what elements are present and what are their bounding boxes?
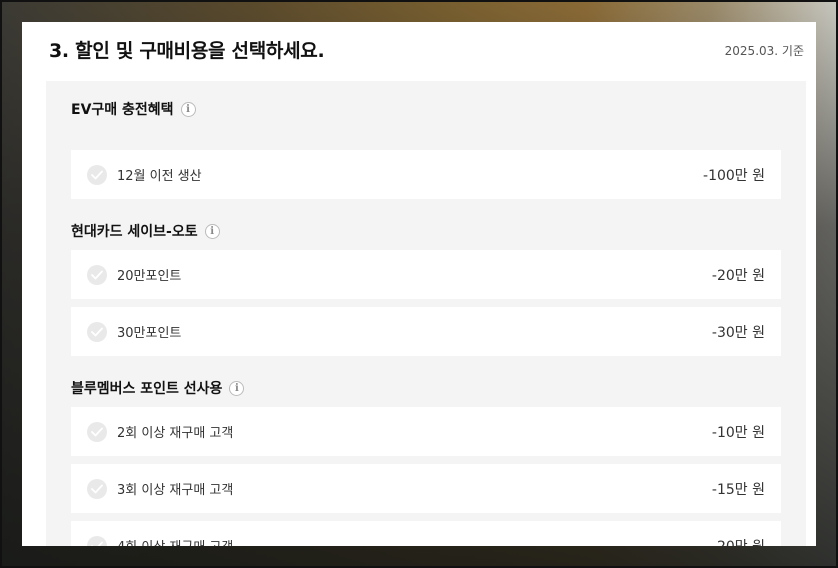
option-ev-pre-december[interactable]: 12월 이전 생산 -100만 원 [71,150,781,199]
option-30-points[interactable]: 30만포인트 -30만 원 [71,307,781,356]
option-amount: -20만 원 [712,536,765,547]
option-amount: -10만 원 [711,424,765,441]
option-amount: -100만 원 [703,167,765,184]
info-icon[interactable]: i [180,101,196,117]
group-title-label: 현대카드 세이브-오토 [71,224,198,240]
option-label: 4회 이상 재구매 고객 [117,536,712,546]
checkmark-icon[interactable] [87,164,107,185]
group-title-ev-charging: EV구매 충전혜택 i [71,97,196,121]
discount-panel: 3. 할인 및 구매비용을 선택하세요. 2025.03. 기준 EV구매 충전… [22,22,816,546]
group-title-blue-members: 블루멤버스 포인트 선사용 i [71,376,245,400]
checkmark-icon[interactable] [87,321,107,342]
panel-header: 3. 할인 및 구매비용을 선택하세요. 2025.03. 기준 [22,22,816,82]
option-amount: -15만 원 [711,481,765,498]
option-amount: -30만 원 [711,324,765,341]
checkmark-icon[interactable] [87,421,107,442]
option-label: 2회 이상 재구매 고객 [117,426,234,441]
group-title-hyundai-card: 현대카드 세이브-오토 i [71,219,220,243]
page-title: 3. 할인 및 구매비용을 선택하세요. [49,40,325,62]
option-4-repurchase[interactable]: 4회 이상 재구매 고객 -20만 원 [71,521,781,546]
option-label: 30만포인트 [117,326,182,341]
option-3-repurchase[interactable]: 3회 이상 재구매 고객 -15만 원 [71,464,781,513]
discount-options-section: EV구매 충전혜택 i 12월 이전 생산 -100만 원 현대카드 세이브-오… [46,81,806,546]
checkmark-icon[interactable] [87,264,107,285]
checkmark-icon[interactable] [87,478,107,499]
option-20-points[interactable]: 20만포인트 -20만 원 [71,250,781,299]
checkmark-icon[interactable] [87,535,107,546]
info-icon[interactable]: i [229,380,245,396]
option-label: 3회 이상 재구매 고객 [117,483,234,498]
option-label: 20만포인트 [117,269,182,284]
group-title-label: EV구매 충전혜택 [71,102,174,118]
option-label: 12월 이전 생산 [117,169,202,184]
group-title-label: 블루멤버스 포인트 선사용 [71,381,223,397]
info-icon[interactable]: i [204,223,220,239]
option-2-repurchase[interactable]: 2회 이상 재구매 고객 -10만 원 [71,407,781,456]
as-of-date: 2025.03. 기준 [724,44,804,58]
option-amount: -20만 원 [711,267,765,284]
